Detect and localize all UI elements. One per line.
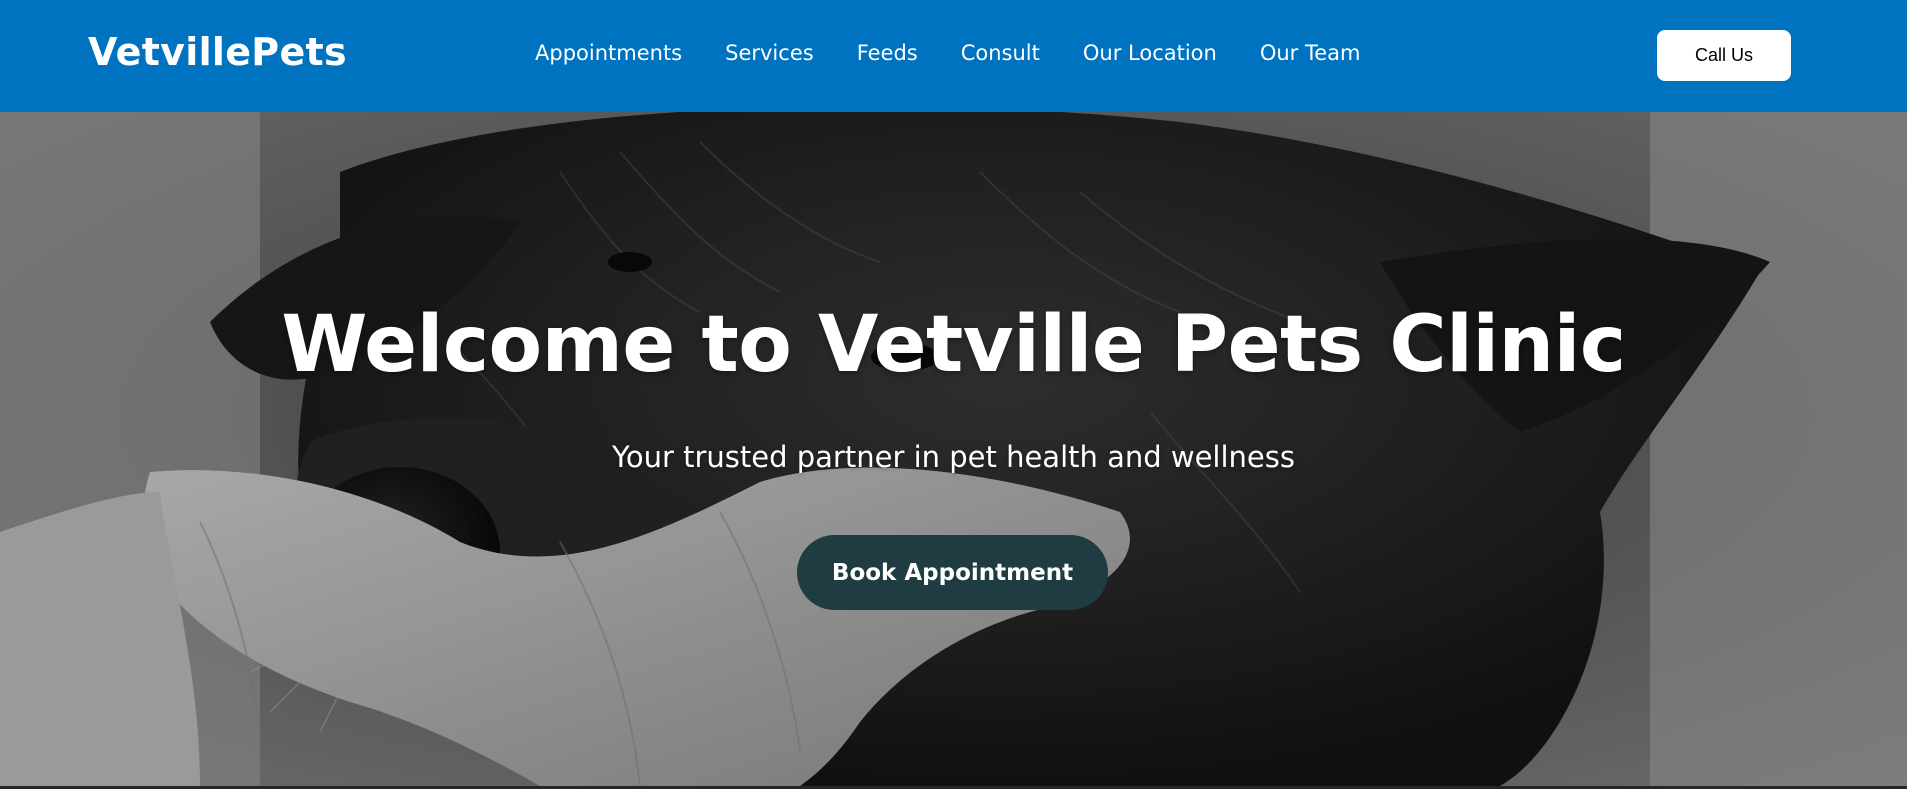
nav-link-feeds[interactable]: Feeds [857,41,918,65]
call-us-button[interactable]: Call Us [1657,30,1791,81]
nav-link-appointments[interactable]: Appointments [535,41,682,65]
top-navbar: VetvillePets Appointments Services Feeds… [0,0,1907,112]
book-appointment-button[interactable]: Book Appointment [797,535,1108,610]
hero-section: Welcome to Vetville Pets Clinic Your tru… [0,112,1907,786]
hero-subtitle: Your trusted partner in pet health and w… [612,440,1295,474]
nav-link-our-location[interactable]: Our Location [1083,41,1217,65]
main-nav: Appointments Services Feeds Consult Our … [535,41,1361,65]
nav-link-our-team[interactable]: Our Team [1260,41,1361,65]
brand-logo[interactable]: VetvillePets [88,30,347,74]
nav-link-services[interactable]: Services [725,41,814,65]
hero-title: Welcome to Vetville Pets Clinic [281,300,1626,390]
nav-link-consult[interactable]: Consult [961,41,1040,65]
